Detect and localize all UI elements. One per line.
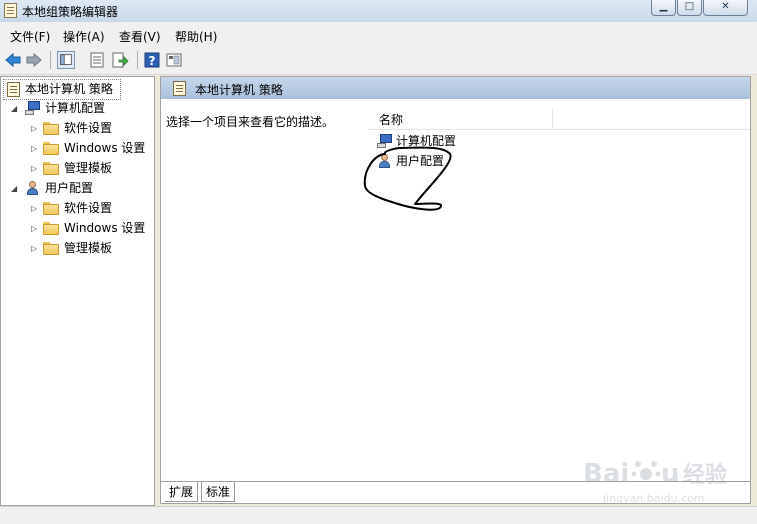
help-icon[interactable]: ? [143,51,161,69]
column-header: 名称 [369,109,750,130]
folder-icon [43,202,59,215]
tree-item-admin-templates[interactable]: ▷ 管理模板 [1,159,151,178]
tree-item-windows-settings[interactable]: ▷ Windows 设置 [1,139,151,158]
expand-arrow-icon[interactable]: ▷ [31,159,39,178]
minimize-icon: ▁ [659,1,668,12]
policy-icon [173,81,186,96]
menu-file[interactable]: 文件(F) [10,28,50,45]
export-icon[interactable] [111,51,129,69]
close-button[interactable]: ✕ [703,0,748,16]
computer-icon [25,101,41,116]
collapse-arrow-icon[interactable]: ◢ [11,99,19,118]
toolbar: ? [0,46,757,75]
forward-icon[interactable] [25,51,43,69]
tree-item-label: 管理模板 [64,241,113,255]
tree-item-label: Windows 设置 [64,141,146,155]
expand-arrow-icon[interactable]: ▷ [31,239,39,258]
folder-icon [43,162,59,175]
folder-icon [43,242,59,255]
tree-item-user-config[interactable]: ◢ 用户配置 [1,179,151,198]
expand-arrow-icon[interactable]: ▷ [31,199,39,218]
tree-item-label: 软件设置 [64,201,113,215]
folder-icon [43,222,59,235]
menu-help[interactable]: 帮助(H) [175,28,217,45]
svg-text:?: ? [149,54,156,68]
tree-item-admin-templates[interactable]: ▷ 管理模板 [1,239,151,258]
tree-item-label: Windows 设置 [64,221,146,235]
details-pane: 本地计算机 策略 选择一个项目来查看它的描述。 名称 计算机配置 用户配置 扩展… [160,76,751,504]
tree-pane: 本地计算机 策略 ◢ 计算机配置 ▷ 软件设置 ▷ Windows 设置 ▷ 管… [0,76,155,506]
minimize-button[interactable]: ▁ [651,0,676,16]
svg-text:u: u [661,459,680,489]
details-header: 本地计算机 策略 [161,77,750,99]
tree-root-label: 本地计算机 策略 [25,82,113,96]
hand-drawn-annotation [363,146,452,211]
title-bar: 本地组策略编辑器 ▁ □ ✕ [0,0,757,22]
details-header-title: 本地计算机 策略 [195,83,283,97]
column-divider[interactable] [552,109,553,129]
properties-icon[interactable] [88,51,106,69]
tab-standard[interactable]: 标准 [201,482,236,502]
toolbar-separator [50,51,51,69]
tree-root[interactable]: 本地计算机 策略 [3,79,121,100]
svg-text:经验: 经验 [683,462,727,488]
tree-item-label: 计算机配置 [45,101,106,115]
tree-item-software-settings[interactable]: ▷ 软件设置 [1,119,151,138]
window-title: 本地组策略编辑器 [22,5,119,19]
policy-editor-app-icon [4,3,17,18]
folder-icon [43,142,59,155]
column-name[interactable]: 名称 [379,111,403,128]
menu-action[interactable]: 操作(A) [63,28,105,45]
menu-bar: 文件(F) 操作(A) 查看(V) 帮助(H) [0,22,757,46]
folder-icon [43,122,59,135]
tree-item-computer-config[interactable]: ◢ 计算机配置 [1,99,151,118]
maximize-button[interactable]: □ [677,0,702,16]
expand-arrow-icon[interactable]: ▷ [31,139,39,158]
svg-text:Bai: Bai [583,459,629,489]
status-bar [0,506,757,524]
back-icon[interactable] [4,51,22,69]
tab-extended[interactable]: 扩展 [165,482,199,502]
tree-item-windows-settings[interactable]: ▷ Windows 设置 [1,219,151,238]
user-icon [25,181,41,196]
description-text: 选择一个项目来查看它的描述。 [166,115,335,129]
toolbar-separator [137,51,138,69]
view-icon[interactable] [165,51,183,69]
baidu-watermark: Bai u 经验 jingyan.baidu.com [583,459,727,505]
maximize-icon: □ [684,1,695,12]
expand-arrow-icon[interactable]: ▷ [31,219,39,238]
policy-icon [7,82,20,97]
expand-arrow-icon[interactable]: ▷ [31,119,39,138]
menu-view[interactable]: 查看(V) [119,28,161,45]
tree-item-software-settings[interactable]: ▷ 软件设置 [1,199,151,218]
close-icon: ✕ [721,1,730,12]
tree-item-label: 用户配置 [45,181,94,195]
tree-item-label: 管理模板 [64,161,113,175]
collapse-arrow-icon[interactable]: ◢ [11,179,19,198]
tree-item-label: 软件设置 [64,121,113,135]
show-hide-tree-icon[interactable] [57,51,75,69]
svg-text:jingyan.baidu.com: jingyan.baidu.com [602,492,705,505]
